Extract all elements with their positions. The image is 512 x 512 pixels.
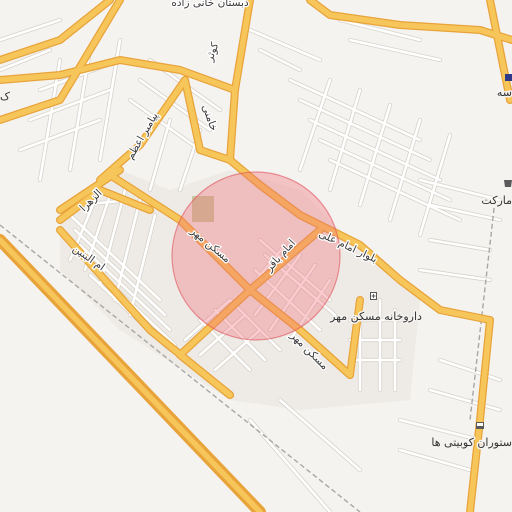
- poi-market-label: مارکت: [481, 194, 512, 207]
- pharmacy-icon: [370, 292, 377, 300]
- school-icon: [505, 74, 512, 81]
- poi-market[interactable]: مارکت: [480, 180, 512, 209]
- street-label-payambar-azam: پیامبر اعظم: [124, 110, 160, 161]
- map-canvas[interactable]: دبستان خانی زاده کوثر خامنی پیامبر اعظم …: [0, 0, 512, 512]
- shop-icon: [504, 180, 512, 187]
- street-label-kowsar: کوثر: [203, 41, 221, 64]
- search-area-circle: [171, 171, 341, 341]
- street-label-top: دبستان خانی زاده: [171, 0, 249, 9]
- edge-label-west: ک: [0, 90, 10, 103]
- poi-restaurant[interactable]: ستوران کوبیتی ها: [430, 422, 512, 451]
- poi-school-label: سه: [497, 86, 512, 99]
- map-view[interactable]: دبستان خانی زاده کوثر خامنی پیامبر اعظم …: [0, 0, 512, 512]
- poi-restaurant-label: ستوران کوبیتی ها: [431, 436, 512, 449]
- poi-pharmacy-label: داروخانه مسکن مهر: [329, 310, 422, 323]
- restaurant-icon: [476, 422, 484, 429]
